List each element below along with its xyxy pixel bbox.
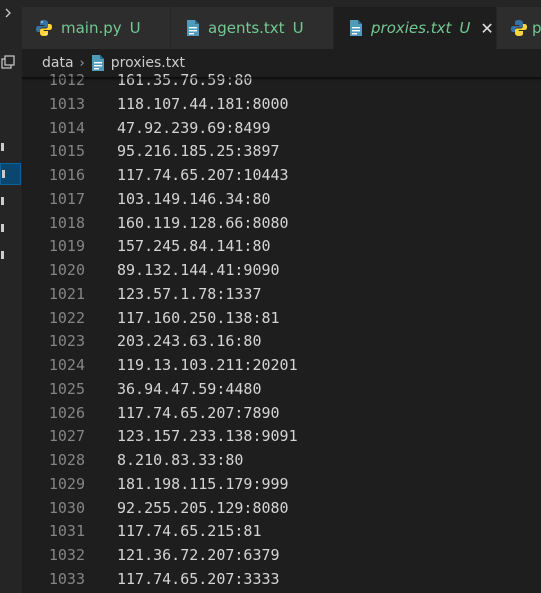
outline-item-icon[interactable] <box>0 218 22 238</box>
line-number: 1018 <box>48 213 85 232</box>
git-status-badge: U <box>292 19 304 37</box>
editor-line[interactable]: 1023 203.243.63.16:80 <box>22 330 541 354</box>
line-number: 1021 <box>48 284 85 303</box>
close-tab-icon[interactable]: ✕ <box>480 19 493 38</box>
editor-line[interactable]: 1016 117.74.65.207:10443 <box>22 164 541 188</box>
editor-line[interactable]: 1032 121.36.72.207:6379 <box>22 544 541 568</box>
tab-label: agents.txt <box>208 19 285 37</box>
line-number: 1016 <box>48 166 85 184</box>
line-text[interactable]: 36.94.47.59:4480 <box>117 378 262 402</box>
line-number: 1026 <box>48 403 85 422</box>
line-number: 1033 <box>48 569 85 588</box>
editor-line[interactable]: 1015 95.216.185.25:3897 <box>22 140 541 164</box>
line-text[interactable]: 89.132.144.41:9090 <box>117 259 280 283</box>
line-number: 1019 <box>48 237 85 256</box>
copy-icon[interactable] <box>0 53 22 73</box>
file-text-icon <box>186 19 200 37</box>
line-text[interactable]: 181.198.115.179:999 <box>117 473 289 497</box>
line-text[interactable]: 117.74.65.207:10443 <box>117 164 289 188</box>
line-text[interactable]: 47.92.239.69:8499 <box>117 117 271 141</box>
editor-line[interactable]: 1028 8.210.83.33:80 <box>22 449 541 473</box>
tab-label: proxies.txt <box>371 19 452 37</box>
line-text[interactable]: 157.245.84.141:80 <box>117 235 271 259</box>
line-number: 1022 <box>48 308 85 327</box>
editor-line[interactable]: 1017 103.149.146.34:80 <box>22 188 541 212</box>
tab-python-file[interactable]: p <box>497 7 541 49</box>
chevron-right-icon: › <box>79 55 85 71</box>
editor-line[interactable]: 1026 117.74.65.207:7890 <box>22 402 541 426</box>
line-number: 1015 <box>48 142 85 161</box>
line-text[interactable]: 160.119.128.66:8080 <box>117 212 289 236</box>
file-text-icon <box>349 19 363 37</box>
tab-main-py[interactable]: main.py U <box>22 7 170 49</box>
outline-item-selected[interactable] <box>0 163 21 185</box>
breadcrumb-folder[interactable]: data <box>42 55 74 71</box>
line-number: 1027 <box>48 427 85 446</box>
line-number: 1013 <box>48 94 85 113</box>
line-number: 1029 <box>48 474 85 493</box>
line-number: 1017 <box>48 189 85 208</box>
git-status-badge: U <box>129 19 141 37</box>
editor-line[interactable]: 1021 123.57.1.78:1337 <box>22 283 541 307</box>
editor-line[interactable]: 1024 119.13.103.211:20201 <box>22 354 541 378</box>
line-number: 1032 <box>48 546 85 564</box>
line-text[interactable]: 203.243.63.16:80 <box>117 330 262 354</box>
line-number: 1028 <box>48 451 85 469</box>
line-text[interactable]: 117.74.65.215:81 <box>117 520 262 544</box>
editor[interactable]: 1012 161.35.76.59:80 1013 118.107.44.181:80… <box>22 70 541 593</box>
git-status-badge: U <box>459 19 471 37</box>
editor-line[interactable]: 1013 118.107.44.181:8000 <box>22 93 541 117</box>
tab-proxies-txt[interactable]: proxies.txt U ✕ <box>334 7 496 49</box>
line-text[interactable]: 8.210.83.33:80 <box>117 449 243 473</box>
python-icon <box>35 19 53 37</box>
line-text[interactable]: 92.255.205.129:8080 <box>117 497 289 521</box>
activity-strip <box>0 0 23 593</box>
line-text[interactable]: 117.74.65.207:7890 <box>117 402 280 426</box>
outline-item-icon[interactable] <box>0 191 22 211</box>
line-number: 1031 <box>48 522 85 541</box>
line-number: 1020 <box>48 261 85 279</box>
tab-bar: main.py U agents.txt U proxies.txt U ✕ p <box>22 0 541 49</box>
line-number: 1024 <box>48 356 85 374</box>
tab-label: p <box>532 19 541 37</box>
line-number: 1014 <box>48 118 85 137</box>
line-text[interactable]: 119.13.103.211:20201 <box>117 354 298 378</box>
line-number: 1023 <box>48 332 85 351</box>
outline-item-icon[interactable] <box>0 137 22 157</box>
line-text[interactable]: 121.36.72.207:6379 <box>117 544 280 568</box>
line-number: 1030 <box>48 498 85 517</box>
python-icon <box>510 19 528 37</box>
line-text[interactable]: 117.74.65.207:3333 <box>117 568 280 592</box>
editor-line[interactable]: 1025 36.94.47.59:4480 <box>22 378 541 402</box>
editor-line[interactable]: 1022 117.160.250.138:81 <box>22 307 541 331</box>
editor-line[interactable]: 1027 123.157.233.138:9091 <box>22 425 541 449</box>
line-number: 1025 <box>48 379 85 398</box>
line-text[interactable]: 103.149.146.34:80 <box>117 188 271 212</box>
line-text[interactable]: 161.35.76.59:80 <box>117 70 252 93</box>
scroll-shadow <box>22 77 541 81</box>
line-text[interactable]: 95.216.185.25:3897 <box>117 140 280 164</box>
breadcrumb-file[interactable]: proxies.txt <box>111 55 185 71</box>
line-text[interactable]: 118.107.44.181:8000 <box>117 93 289 117</box>
editor-line[interactable]: 1020 89.132.144.41:9090 <box>22 259 541 283</box>
editor-line[interactable]: 1031 117.74.65.215:81 <box>22 520 541 544</box>
editor-line[interactable]: 1018 160.119.128.66:8080 <box>22 212 541 236</box>
editor-line[interactable]: 1029 181.198.115.179:999 <box>22 473 541 497</box>
line-number: 1012 <box>25 70 85 93</box>
editor-line[interactable]: 1014 47.92.239.69:8499 <box>22 117 541 141</box>
editor-line[interactable]: 1019 157.245.84.141:80 <box>22 235 541 259</box>
chevron-icon[interactable] <box>0 0 22 20</box>
outline-item-icon[interactable] <box>0 245 22 265</box>
tab-label: main.py <box>61 19 122 37</box>
tab-agents-txt[interactable]: agents.txt U <box>171 7 333 49</box>
editor-line[interactable]: 1012 161.35.76.59:80 <box>22 70 541 93</box>
editor-line[interactable]: 1033 117.74.65.207:3333 <box>22 568 541 592</box>
line-text[interactable]: 123.57.1.78:1337 <box>117 283 262 307</box>
editor-line[interactable]: 1030 92.255.205.129:8080 <box>22 497 541 521</box>
line-text[interactable]: 117.160.250.138:81 <box>117 307 280 331</box>
line-text[interactable]: 123.157.233.138:9091 <box>117 425 298 449</box>
